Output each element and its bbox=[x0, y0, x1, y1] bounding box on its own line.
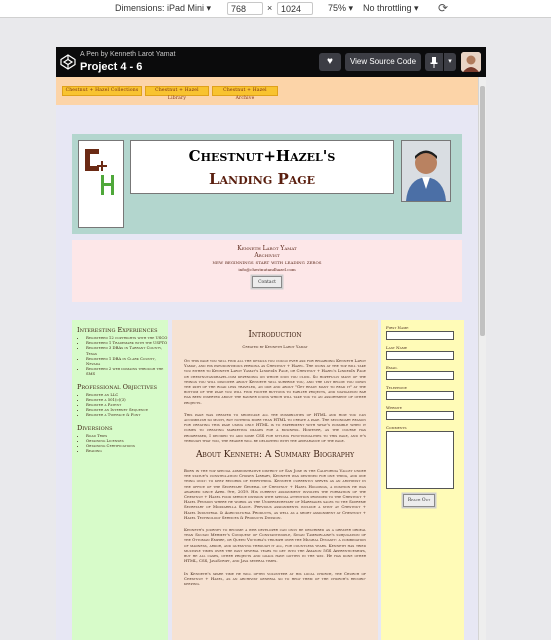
page-title-line-2: Landing Page bbox=[208, 170, 316, 188]
intro-heading: Introduction bbox=[248, 330, 302, 340]
top-navigation: Chestnut + Hazel Collections Chestnut + … bbox=[56, 77, 478, 105]
throttling-select[interactable]: No throttling ▾ bbox=[363, 3, 419, 14]
author-email[interactable]: info@chestnutandhazel.com bbox=[72, 266, 462, 273]
author-role: Archivist bbox=[254, 252, 280, 259]
comments-label: Comments bbox=[386, 425, 407, 430]
email-label: Email bbox=[386, 365, 398, 370]
telephone-field[interactable] bbox=[386, 391, 454, 400]
banner: Chestnut+Hazel's Landing Page bbox=[72, 134, 462, 234]
nav-link-library[interactable]: Chestnut + Hazel Library bbox=[145, 86, 209, 101]
nav-link-collections[interactable]: Chestnut + Hazel Collections bbox=[62, 86, 142, 96]
author-name: Kenneth Larot Yamat bbox=[237, 245, 297, 252]
author-motto: new beginnings start with leading zeros bbox=[212, 259, 322, 266]
heart-icon[interactable]: ♥ bbox=[319, 53, 341, 71]
device-viewport: A Pen by Kenneth Larot Yamat Project 4 -… bbox=[56, 47, 486, 640]
contact-info: Kenneth Larot Yamat Archivist new beginn… bbox=[72, 240, 462, 302]
profile-photo-link[interactable] bbox=[401, 140, 451, 202]
list-item: Registered 2 web domains through the SMS bbox=[86, 366, 168, 376]
viewport-width-input[interactable]: 768 bbox=[227, 2, 263, 15]
nav-link-archive[interactable]: Chestnut + Hazel Archive bbox=[212, 86, 278, 101]
logo-link[interactable] bbox=[78, 140, 124, 228]
byline: Created by Kenneth Larot Yamat bbox=[242, 344, 308, 349]
last-name-label: Last Name bbox=[386, 345, 408, 350]
list-item: Register a Typeface & Font bbox=[86, 412, 168, 417]
pen-author[interactable]: A Pen by Kenneth Larot Yamat bbox=[80, 51, 175, 58]
first-name-field[interactable] bbox=[386, 331, 454, 340]
viewport-height-input[interactable]: 1024 bbox=[277, 2, 313, 15]
zoom-select[interactable]: 75% ▾ bbox=[328, 3, 353, 14]
sidebar: Interesting Experiences Registered 12 co… bbox=[72, 320, 168, 640]
about-paragraph: Born in the top special administrative d… bbox=[184, 468, 366, 520]
chestnut-hazel-logo-icon bbox=[85, 149, 114, 195]
objectives-list: Register an LLC Register a 501(c)(3) Reg… bbox=[86, 392, 168, 418]
about-paragraph: In Kenneth's spare time he will often vo… bbox=[184, 570, 366, 586]
list-item: Registered 1 DBA in Clark County, Nevada bbox=[86, 356, 168, 366]
intro-paragraph: This page was created to showcase all th… bbox=[184, 411, 366, 443]
contact-button[interactable]: Contact bbox=[252, 276, 282, 288]
view-source-button[interactable]: View Source Code bbox=[345, 53, 421, 71]
telephone-label: Telephone bbox=[386, 385, 407, 390]
page-title: Chestnut+Hazel's Landing Page bbox=[130, 140, 394, 194]
list-item: Registered 3 DBAs in Tarrant County, Tex… bbox=[86, 345, 168, 355]
email-field[interactable] bbox=[386, 371, 454, 380]
codepen-header: A Pen by Kenneth Larot Yamat Project 4 -… bbox=[56, 47, 486, 77]
about-heading: About Kenneth: A Summary Biography bbox=[195, 450, 355, 461]
experiences-list: Registered 12 copyrights with the USCO R… bbox=[86, 335, 168, 377]
scrollbar-thumb[interactable] bbox=[480, 86, 485, 336]
pen-preview: Chestnut + Hazel Collections Chestnut + … bbox=[56, 77, 478, 640]
intro-paragraph: On this page you will find all the detai… bbox=[184, 358, 366, 405]
first-name-label: First Name bbox=[386, 325, 409, 330]
list-item: Reading bbox=[86, 448, 168, 453]
dimension-separator: × bbox=[267, 3, 273, 13]
about-paragraph: Kenneth's journey to become a web develo… bbox=[184, 527, 366, 564]
sidebar-heading-objectives: Professional Objectives bbox=[77, 382, 158, 391]
last-name-field[interactable] bbox=[386, 351, 454, 360]
codepen-logo-icon[interactable] bbox=[60, 54, 76, 70]
website-field[interactable] bbox=[386, 411, 454, 420]
comments-textarea[interactable] bbox=[386, 431, 454, 489]
main-content: Introduction Created by Kenneth Larot Ya… bbox=[172, 320, 378, 640]
scrollbar[interactable] bbox=[478, 77, 486, 640]
rotate-icon[interactable]: ⟳ bbox=[438, 1, 448, 15]
website-label: Website bbox=[386, 405, 402, 410]
chevron-down-icon[interactable]: ▾ bbox=[444, 53, 456, 71]
sidebar-heading-diversions: Diversions bbox=[77, 423, 113, 432]
avatar[interactable] bbox=[461, 52, 481, 72]
profile-photo bbox=[402, 141, 450, 201]
devtools-toolbar: Dimensions: iPad Mini ▾ 768 × 1024 75% ▾… bbox=[0, 0, 551, 18]
sidebar-heading-experiences: Interesting Experiences bbox=[77, 326, 158, 334]
device-dimensions-select[interactable]: Dimensions: iPad Mini ▾ bbox=[115, 3, 211, 14]
pin-icon[interactable] bbox=[425, 53, 443, 71]
contact-form: First Name Last Name Email Telephone Web… bbox=[381, 320, 464, 640]
pen-title: Project 4 - 6 bbox=[80, 61, 143, 73]
page-title-line-1: Chestnut+Hazel's bbox=[188, 147, 336, 165]
diversions-list: Road Trips Obtaining Licenses Obtaining … bbox=[86, 433, 168, 454]
reach-out-button[interactable]: Reach Out bbox=[403, 494, 435, 507]
